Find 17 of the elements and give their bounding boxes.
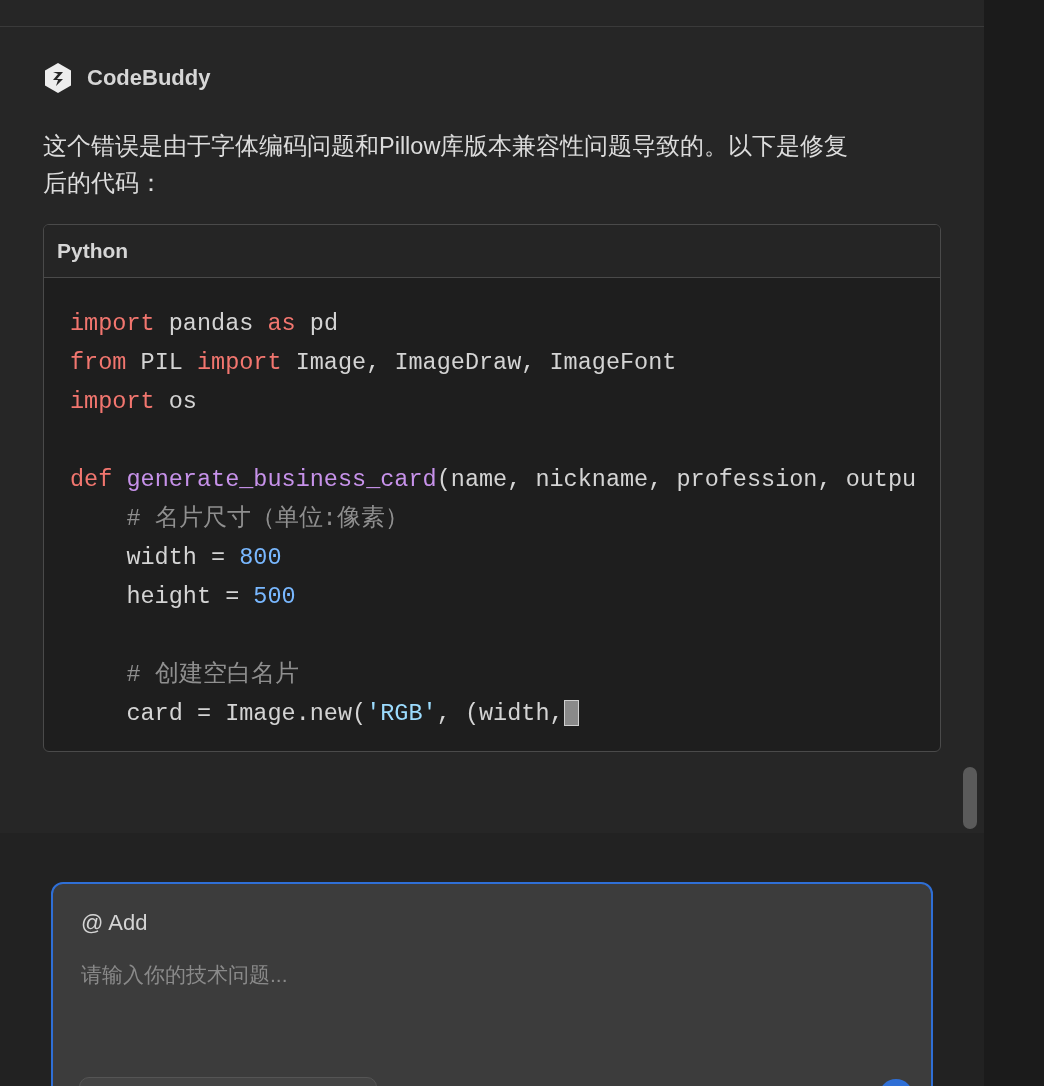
text-cursor xyxy=(563,700,579,726)
question-input[interactable]: 请输入你的技术问题... xyxy=(81,959,903,991)
code-line: import os xyxy=(70,386,197,417)
code-line: width = 800 xyxy=(125,542,282,573)
code-line: # 名片尺寸（单位:像素） xyxy=(125,503,409,534)
code-line: import pandas as pd xyxy=(70,308,338,339)
add-mention-button[interactable]: @ Add xyxy=(81,906,148,939)
assistant-name: CodeBuddy xyxy=(87,64,211,92)
code-line: from PIL import Image, ImageDraw, ImageFont xyxy=(70,347,677,378)
code-line: def generate_business_card(name, nickname, profession, outpu xyxy=(70,464,917,495)
code-language: Python xyxy=(44,225,940,278)
message-text: 这个错误是由于字体编码问题和Pillow库版本兼容性问题导致的。以下是修复后的代码： xyxy=(43,132,850,198)
code-line: height = 500 xyxy=(125,581,296,612)
code-line: card = Image.new('RGB', (width, xyxy=(125,698,564,729)
code-line: # 创建空白名片 xyxy=(125,659,299,690)
logo-icon xyxy=(43,61,73,94)
scrollbar-thumb[interactable] xyxy=(963,767,977,829)
